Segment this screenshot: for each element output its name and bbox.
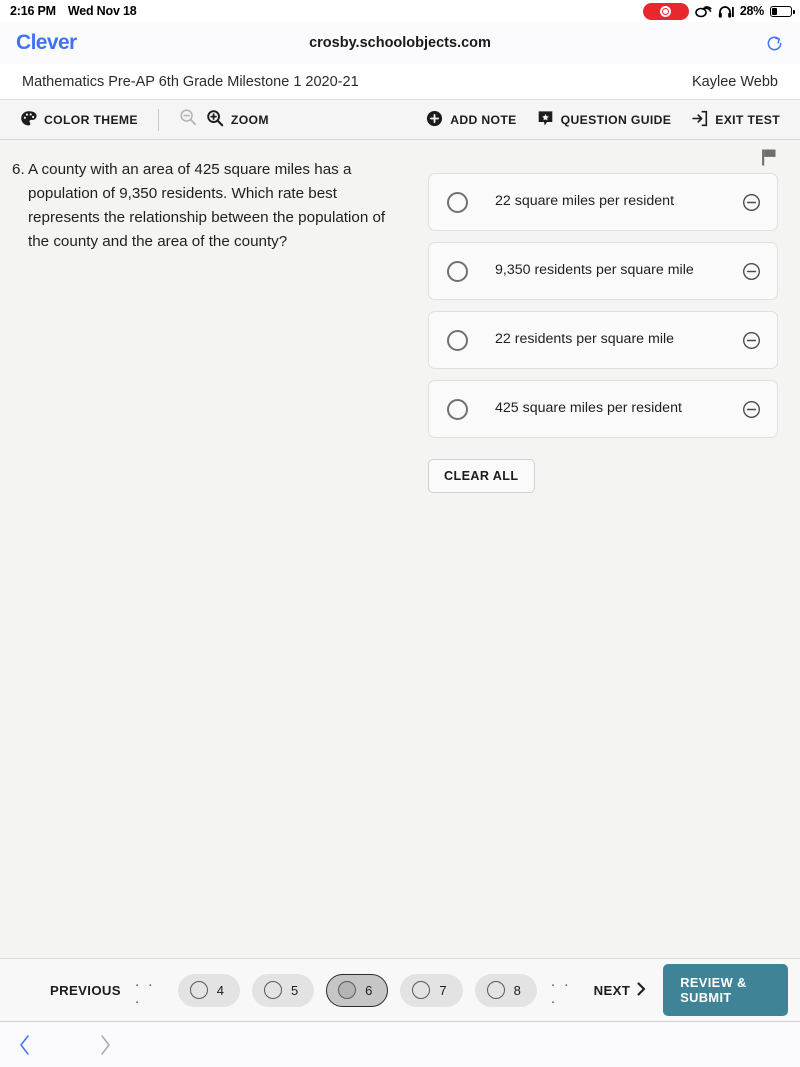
page-pill-8[interactable]: 8 (474, 973, 537, 1007)
next-label: NEXT (593, 982, 631, 998)
question-navigation-bar: PREVIOUS . . . 4 5 6 7 8 . . . NEXT REVI… (0, 958, 800, 1021)
clever-logo[interactable]: Clever (16, 31, 77, 55)
answer-option-label: 22 square miles per resident (495, 193, 675, 210)
previous-button[interactable]: PREVIOUS (50, 983, 121, 998)
page-pill-6[interactable]: 6 (326, 973, 389, 1007)
pill-bubble-icon (189, 981, 208, 999)
add-note-button[interactable]: ADD NOTE (426, 110, 516, 130)
exit-arrow-icon (691, 110, 708, 130)
plus-circle-icon (426, 110, 443, 130)
radio-unchecked-icon[interactable] (447, 191, 468, 213)
exit-test-button[interactable]: EXIT TEST (691, 110, 780, 130)
status-right-cluster: 28% (642, 2, 795, 20)
link-chain-icon (695, 5, 712, 18)
magnifier-minus-icon[interactable] (179, 108, 197, 131)
color-theme-button[interactable]: COLOR THEME (20, 110, 138, 130)
test-header: Mathematics Pre-AP 6th Grade Milestone 1… (0, 64, 800, 100)
leading-ellipsis: . . . (134, 973, 155, 1007)
toolbar-divider (157, 108, 159, 131)
battery-percent: 28% (739, 4, 764, 18)
page-number: 6 (365, 982, 373, 998)
record-pill-icon (642, 2, 689, 20)
test-toolbar: COLOR THEME ZOOM ADD NOTE QUESTION GUIDE… (0, 100, 800, 140)
add-note-label: ADD NOTE (450, 112, 517, 127)
answer-option[interactable]: 22 square miles per resident (428, 173, 778, 231)
status-time: 2:16 PM (10, 4, 56, 18)
question-guide-label: QUESTION GUIDE (560, 112, 672, 127)
page-pill-5[interactable]: 5 (251, 973, 315, 1007)
chevron-left-icon[interactable] (18, 1034, 32, 1056)
next-button[interactable]: NEXT (593, 981, 648, 999)
test-title: Mathematics Pre-AP 6th Grade Milestone 1… (22, 73, 359, 90)
radio-unchecked-icon[interactable] (447, 260, 468, 282)
answer-option-label: 9,350 residents per square mile (495, 262, 694, 279)
circle-minus-icon[interactable] (742, 331, 761, 350)
answer-option[interactable]: 22 residents per square mile (428, 311, 778, 369)
url-display[interactable]: crosby.schoolobjects.com (0, 35, 800, 51)
chevron-right-icon (636, 981, 647, 999)
status-date: Wed Nov 18 (67, 4, 137, 18)
zoom-controls: ZOOM (179, 108, 269, 131)
toolbar-left-group: COLOR THEME ZOOM (20, 108, 269, 131)
answer-option[interactable]: 9,350 residents per square mile (428, 242, 778, 300)
radio-unchecked-icon[interactable] (447, 329, 468, 351)
magnifier-plus-icon (206, 109, 224, 130)
browser-top-bar: Clever crosby.schoolobjects.com (0, 22, 800, 64)
answer-option[interactable]: 425 square miles per resident (428, 380, 778, 438)
question-content-area: 6. A county with an area of 425 square m… (0, 140, 800, 958)
question-text: 6. A county with an area of 425 square m… (12, 161, 386, 251)
page-pill-7[interactable]: 7 (400, 973, 463, 1007)
zoom-label: ZOOM (230, 112, 269, 127)
page-pill-4[interactable]: 4 (177, 973, 240, 1007)
palette-icon (20, 110, 37, 130)
ios-status-bar: 2:16 PM Wed Nov 18 28% (0, 0, 800, 22)
zoom-in-button[interactable]: ZOOM (206, 109, 269, 130)
circle-minus-icon[interactable] (742, 193, 761, 212)
battery-icon (770, 5, 795, 17)
circle-minus-icon[interactable] (742, 400, 761, 419)
exit-test-label: EXIT TEST (715, 112, 780, 127)
radio-unchecked-icon[interactable] (447, 398, 468, 420)
page-number: 8 (513, 982, 521, 998)
color-theme-label: COLOR THEME (44, 112, 138, 127)
pill-bubble-icon (486, 981, 505, 999)
flag-icon[interactable] (760, 148, 778, 172)
toolbar-right-group: ADD NOTE QUESTION GUIDE EXIT TEST (426, 110, 780, 130)
answer-column: 22 square miles per resident 9,350 resid… (418, 158, 778, 958)
browser-bottom-bar (0, 1021, 800, 1067)
clear-all-button[interactable]: CLEAR ALL (428, 459, 535, 493)
answer-option-label: 425 square miles per resident (495, 400, 682, 417)
pill-bubble-icon (263, 981, 282, 999)
nav-right-group: NEXT REVIEW & SUBMIT (594, 964, 788, 1016)
pill-bubble-icon (338, 981, 357, 999)
headphones-icon (718, 5, 734, 18)
page-number: 5 (290, 982, 299, 998)
pill-bubble-icon (412, 981, 431, 999)
question-guide-button[interactable]: QUESTION GUIDE (537, 110, 672, 130)
page-number: 4 (216, 982, 224, 998)
chevron-right-icon[interactable] (98, 1034, 112, 1056)
question-column: 6. A county with an area of 425 square m… (12, 158, 418, 958)
speech-bubble-star-icon (537, 110, 554, 130)
page-number: 7 (439, 982, 447, 998)
reload-icon[interactable] (765, 34, 784, 53)
circle-minus-icon[interactable] (742, 262, 761, 281)
review-submit-button[interactable]: REVIEW & SUBMIT (663, 964, 788, 1016)
trailing-ellipsis: . . . (550, 973, 571, 1007)
answer-option-label: 22 residents per square mile (495, 331, 675, 348)
page-pill-list: 4 5 6 7 8 (177, 973, 537, 1007)
student-name: Kaylee Webb (692, 73, 778, 90)
